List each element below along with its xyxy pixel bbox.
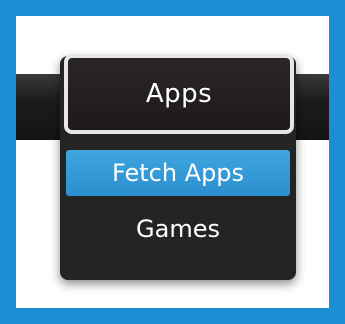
apps-menu-label: Apps	[145, 79, 213, 109]
menu-item-fetch-apps[interactable]: Fetch Apps	[66, 150, 290, 196]
menu-item-games[interactable]: Games	[66, 206, 290, 252]
apps-menu-button[interactable]: Apps	[64, 54, 294, 134]
outer-frame: Apps Fetch Apps Games	[0, 0, 345, 324]
screen: Apps Fetch Apps Games	[16, 16, 329, 308]
